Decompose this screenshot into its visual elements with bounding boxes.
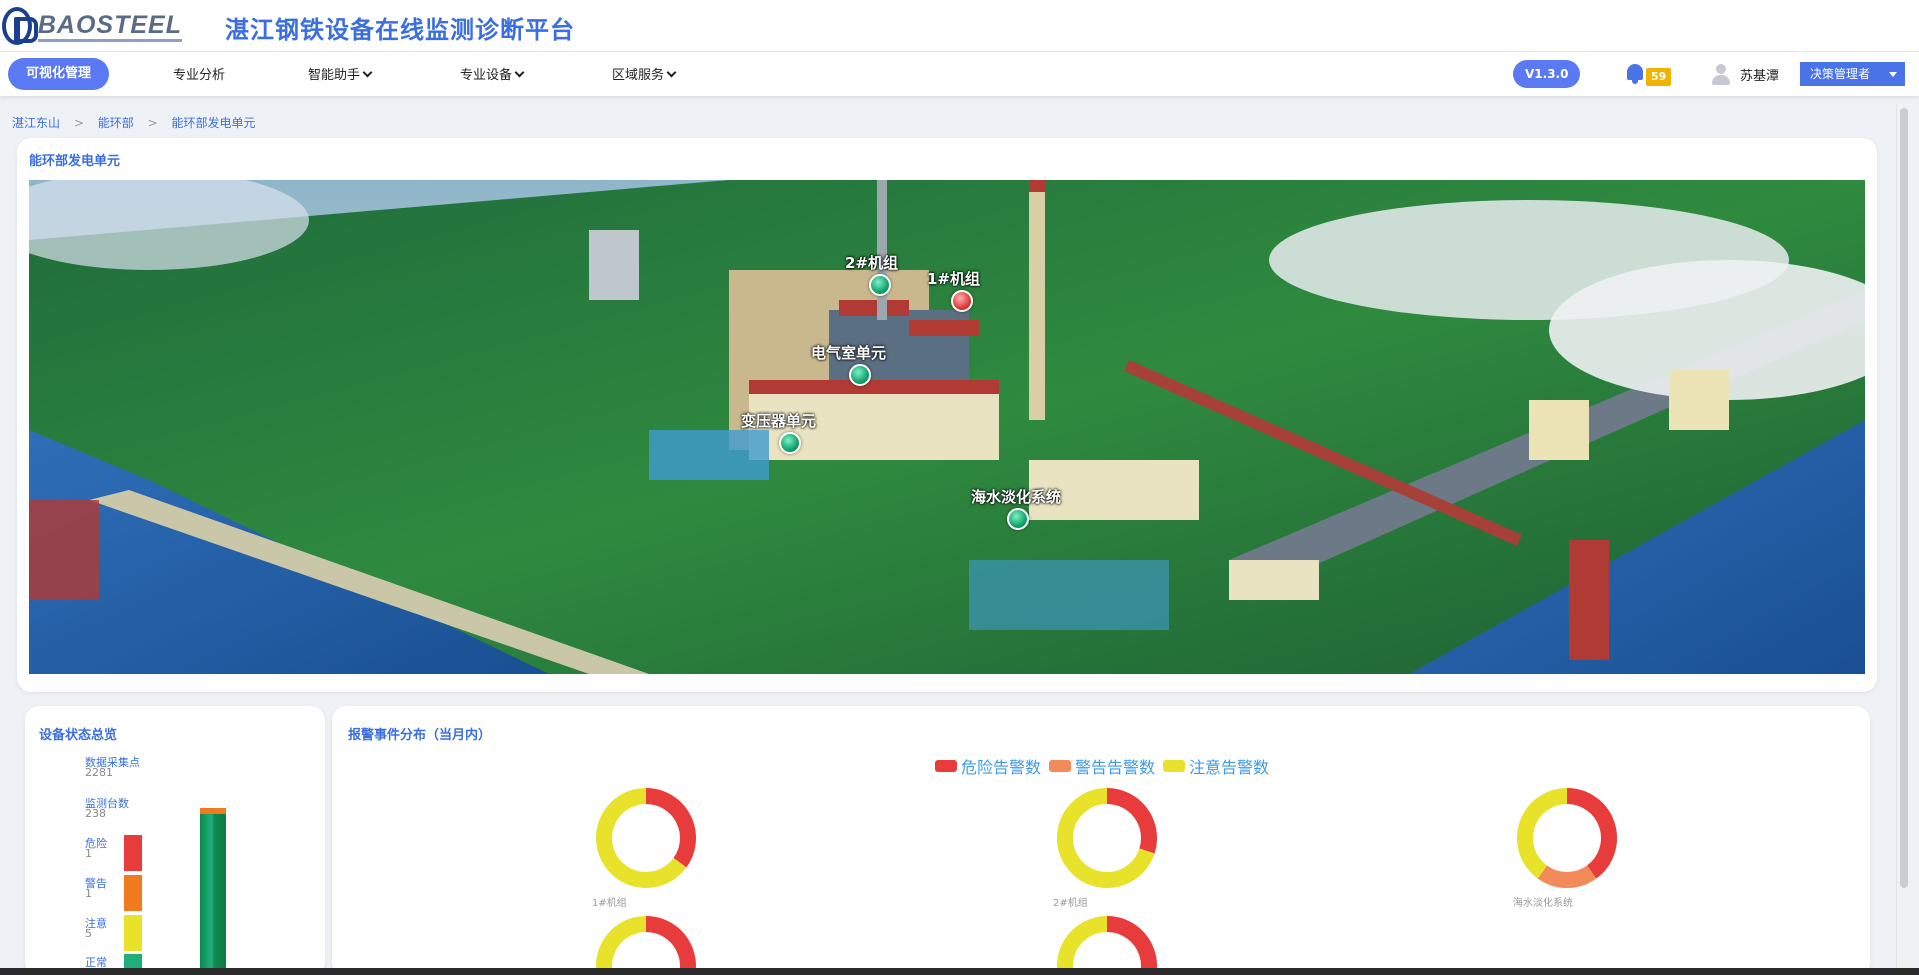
legend-warning-label: 警告告警数 xyxy=(1075,758,1156,777)
nav-smart-assistant[interactable]: 智能助手 xyxy=(308,62,373,90)
marker-electrical-room[interactable] xyxy=(849,364,871,386)
bottom-strip xyxy=(0,968,1919,975)
total-status-bar-cap xyxy=(200,808,226,814)
nav-regional-service[interactable]: 区域服务 xyxy=(612,62,677,90)
breadcrumb-separator: > xyxy=(73,116,84,130)
nav-label: 专业设备 xyxy=(460,68,513,83)
alarm-distribution-title: 报警事件分布（当月内） xyxy=(348,728,492,743)
total-status-bar xyxy=(200,812,226,968)
nav-label: 区域服务 xyxy=(612,68,665,83)
data-points-value: 2281 xyxy=(85,766,113,779)
donut-label-unit-2: 2#机组 xyxy=(1053,898,1088,909)
chevron-down-icon xyxy=(514,67,525,78)
legend-danger[interactable]: 危险告警数 xyxy=(935,754,1041,778)
user-avatar-icon[interactable] xyxy=(1710,63,1732,87)
danger-value: 1 xyxy=(85,847,92,860)
main-nav: 可视化管理 专业分析 智能助手 专业设备 区域服务 V1.3.0 59 苏基潭 … xyxy=(0,52,1919,96)
username[interactable]: 苏基潭 xyxy=(1740,65,1779,84)
legend-attention[interactable]: 注意告警数 xyxy=(1163,754,1269,778)
status-overview-panel: 设备状态总览 xyxy=(25,706,325,975)
nav-label: 可视化管理 xyxy=(26,66,92,81)
marker-label-electrical-room: 电气室单元 xyxy=(811,344,887,362)
attention-value: 5 xyxy=(85,927,92,940)
chevron-down-icon xyxy=(666,67,677,78)
marker-label-transformer: 变压器单元 xyxy=(741,412,817,430)
chevron-down-icon xyxy=(362,67,373,78)
logo-text: BAOSTEEL xyxy=(37,11,182,42)
legend-danger-swatch xyxy=(935,760,957,772)
nav-label: 专业分析 xyxy=(173,68,226,83)
scrollbar-thumb[interactable] xyxy=(1900,108,1908,888)
role-select[interactable]: 决策管理者 xyxy=(1800,62,1905,86)
donut-label-unit-1: 1#机组 xyxy=(592,898,627,909)
legend-attention-label: 注意告警数 xyxy=(1189,758,1270,777)
legend-warning-swatch xyxy=(1049,760,1072,772)
marker-label-unit-1: 1#机组 xyxy=(927,270,981,288)
normal-bar xyxy=(124,954,142,968)
marker-label-desalination: 海水淡化系统 xyxy=(971,488,1062,506)
baosteel-logo[interactable]: BAOSTEEL xyxy=(2,6,182,46)
baosteel-logo-icon xyxy=(2,7,38,45)
nav-professional-equipment[interactable]: 专业设备 xyxy=(460,62,525,90)
donut-label-desalination: 海水淡化系统 xyxy=(1513,898,1573,909)
breadcrumb: 湛江东山 > 能环部 > 能环部发电单元 xyxy=(12,114,255,131)
breadcrumb-item[interactable]: 湛江东山 xyxy=(12,116,60,130)
plant-scene-illustration xyxy=(29,180,1865,674)
danger-bar xyxy=(124,835,142,871)
legend-danger-label: 危险告警数 xyxy=(961,758,1042,777)
marker-unit-1[interactable] xyxy=(951,290,973,312)
marker-transformer[interactable] xyxy=(779,432,801,454)
breadcrumb-item-current[interactable]: 能环部发电单元 xyxy=(171,116,255,130)
monitored-count-value: 238 xyxy=(85,807,106,820)
attention-bar xyxy=(124,915,142,951)
dropdown-arrow-icon xyxy=(1889,72,1897,77)
alarm-legend: 危险告警数 警告告警数 注意告警数 xyxy=(935,754,1269,778)
marker-unit-2[interactable] xyxy=(869,274,891,296)
nav-visual-management[interactable]: 可视化管理 xyxy=(8,58,110,90)
marker-label-unit-2: 2#机组 xyxy=(845,254,899,272)
breadcrumb-separator: > xyxy=(147,116,158,130)
role-select-value: 决策管理者 xyxy=(1810,67,1871,81)
page-scrollbar[interactable] xyxy=(1896,104,1910,968)
nav-professional-analysis[interactable]: 专业分析 xyxy=(173,62,225,90)
notification-count-badge[interactable]: 59 xyxy=(1646,68,1672,86)
marker-desalination[interactable] xyxy=(1007,508,1029,530)
legend-warning[interactable]: 警告告警数 xyxy=(1049,754,1155,778)
alarm-distribution-panel: 报警事件分布（当月内） xyxy=(332,706,1870,975)
warning-value: 1 xyxy=(85,887,92,900)
status-overview-title: 设备状态总览 xyxy=(39,728,118,743)
legend-attention-swatch xyxy=(1163,760,1186,772)
top-header: BAOSTEEL 湛江钢铁设备在线监测诊断平台 xyxy=(0,0,1919,52)
bell-icon[interactable] xyxy=(1624,62,1646,86)
plant-scene-image: 2#机组 1#机组 电气室单元 变压器单元 海水淡化系统 xyxy=(29,180,1865,674)
nav-label: 智能助手 xyxy=(308,68,361,83)
scene-panel-title: 能环部发电单元 xyxy=(29,154,121,169)
breadcrumb-item[interactable]: 能环部 xyxy=(98,116,134,130)
warning-bar xyxy=(124,875,142,911)
app-title: 湛江钢铁设备在线监测诊断平台 xyxy=(225,16,575,44)
version-badge[interactable]: V1.3.0 xyxy=(1513,60,1581,88)
